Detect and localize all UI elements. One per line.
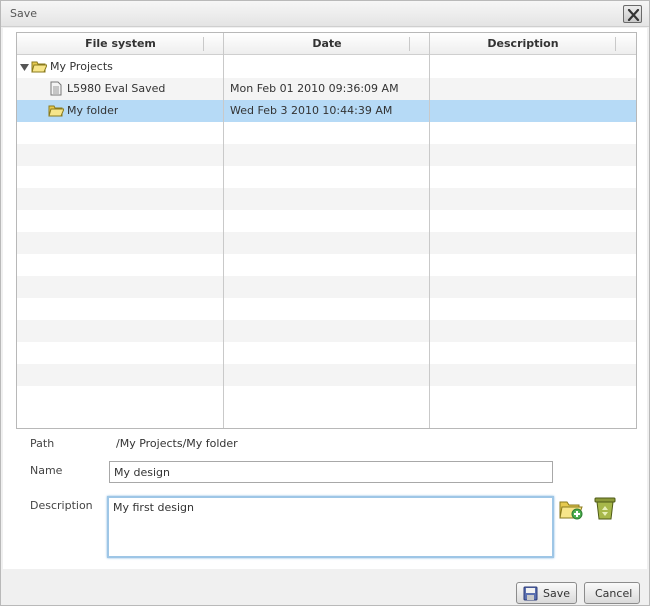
name-field[interactable]	[109, 461, 553, 483]
table-row[interactable]: My folder Wed Feb 3 2010 10:44:39 AM	[17, 100, 636, 122]
column-header-file-system[interactable]: File system	[17, 33, 224, 55]
table-row[interactable]: My Projects	[17, 56, 636, 78]
empty-row	[17, 276, 636, 298]
close-icon	[627, 9, 640, 21]
cancel-button-label: Cancel	[595, 587, 633, 600]
grid-rows: My Projects L5980 Eval Saved Mon Feb 01 …	[17, 56, 636, 408]
description-label: Description	[30, 499, 93, 512]
column-divider	[223, 33, 224, 428]
header-separator	[203, 37, 204, 51]
save-button-label: Save	[543, 587, 571, 600]
row-date: Wed Feb 3 2010 10:44:39 AM	[230, 104, 393, 117]
header-separator	[615, 37, 616, 51]
empty-row	[17, 232, 636, 254]
empty-row	[17, 210, 636, 232]
floppy-disk-icon	[523, 586, 538, 604]
name-label: Name	[30, 464, 63, 477]
folder-icon	[48, 103, 65, 121]
empty-row	[17, 144, 636, 166]
column-divider	[429, 33, 430, 428]
row-date: Mon Feb 01 2010 09:36:09 AM	[230, 82, 399, 95]
column-header-description[interactable]: Description	[430, 33, 616, 55]
grid-header: File system Date Description	[17, 33, 636, 55]
file-grid: File system Date Description My Projects…	[16, 32, 637, 429]
dialog-title: Save	[10, 7, 38, 20]
empty-row	[17, 166, 636, 188]
row-name: L5980 Eval Saved	[67, 82, 166, 95]
close-button[interactable]	[623, 5, 642, 23]
row-name: My folder	[67, 104, 119, 117]
empty-row	[17, 320, 636, 342]
empty-row	[17, 298, 636, 320]
title-bar: Save	[1, 1, 649, 27]
recycle-bin-icon[interactable]	[592, 495, 618, 524]
path-label: Path	[30, 437, 55, 450]
header-separator	[409, 37, 410, 51]
empty-row	[17, 364, 636, 386]
dialog-body: File system Date Description My Projects…	[3, 28, 647, 569]
path-value: /My Projects/My folder	[116, 437, 238, 450]
new-folder-icon[interactable]	[558, 497, 584, 524]
column-header-date[interactable]: Date	[224, 33, 430, 55]
empty-row	[17, 342, 636, 364]
save-dialog: Save File system Date Description My Pro…	[0, 0, 650, 606]
cancel-button[interactable]: Cancel	[584, 582, 640, 604]
table-row[interactable]: L5980 Eval Saved Mon Feb 01 2010 09:36:0…	[17, 78, 636, 100]
document-icon	[50, 81, 62, 99]
empty-row	[17, 254, 636, 276]
empty-row	[17, 386, 636, 408]
empty-row	[17, 122, 636, 144]
triangle-down-icon[interactable]	[20, 62, 29, 75]
save-button[interactable]: Save	[516, 582, 577, 604]
folder-open-icon	[31, 59, 48, 77]
row-name: My Projects	[50, 60, 113, 73]
dialog-footer: Save Cancel	[1, 569, 649, 605]
description-field[interactable]: My first design	[107, 496, 554, 558]
empty-row	[17, 188, 636, 210]
